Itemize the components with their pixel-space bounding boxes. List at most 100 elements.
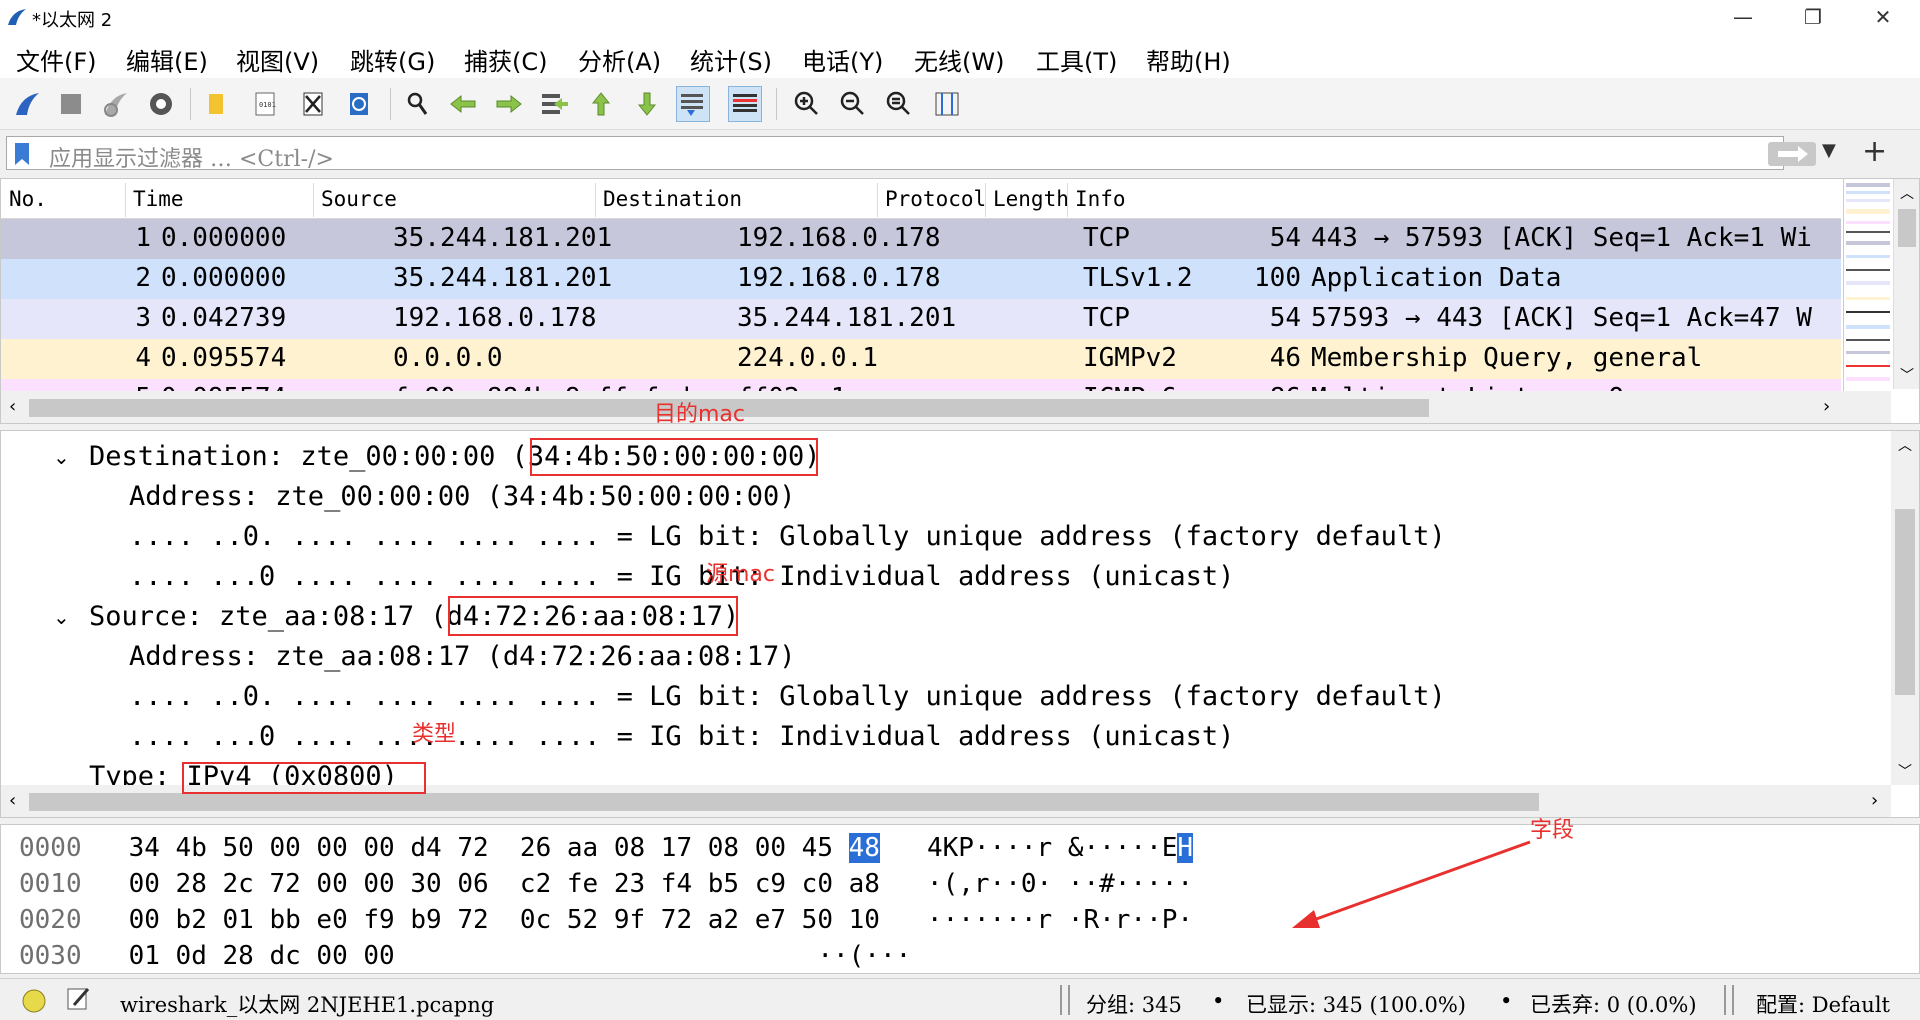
packet-row[interactable]: 1 0.000000 35.244.181.201 192.168.0.178 TCP 5…	[1, 219, 1841, 259]
menu-view[interactable]: 视图(V)	[236, 42, 319, 77]
chevron-down-icon[interactable]: ▼	[1822, 140, 1836, 161]
column-header-destination[interactable]: Destination	[603, 187, 742, 211]
add-filter-button-icon[interactable]: +	[1862, 134, 1887, 169]
packet-cell-time: 0.095574	[161, 343, 287, 373]
apply-filter-arrow-icon[interactable]	[1768, 142, 1816, 166]
column-header-info[interactable]: Info	[1075, 187, 1126, 211]
chevron-down-icon[interactable]: ⌄	[53, 445, 70, 469]
column-header-source[interactable]: Source	[321, 187, 397, 211]
packet-list-horizontal-scrollbar[interactable]: ‹ ›	[1, 391, 1891, 423]
resize-columns-icon[interactable]	[930, 86, 964, 122]
go-first-icon[interactable]	[584, 86, 618, 122]
destination-lg-bit-line[interactable]: .... ..0. .... .... .... .... = LG bit: …	[129, 521, 1446, 552]
scroll-down-icon[interactable]: ﹀	[1900, 365, 1914, 385]
packet-row[interactable]: 4 0.095574 0.0.0.0 224.0.0.1 IGMPv2 46 Members…	[1, 339, 1841, 379]
filter-placeholder: 应用显示过滤器 … <Ctrl-/>	[49, 147, 334, 172]
packet-cell-length: 46	[1269, 343, 1301, 373]
menu-help[interactable]: 帮助(H)	[1146, 42, 1231, 77]
column-header-protocol[interactable]: Protocol	[885, 187, 986, 211]
destination-ig-bit-line[interactable]: .... ...0 .... .... .... .... = IG bit: …	[129, 561, 1234, 592]
bookmark-icon[interactable]	[13, 142, 31, 166]
packet-list-vertical-scrollbar[interactable]: ︿ ﹀	[1893, 179, 1919, 389]
zoom-out-icon[interactable]	[836, 86, 870, 122]
scroll-thumb[interactable]	[1898, 209, 1916, 247]
menu-capture[interactable]: 捕获(C)	[464, 42, 547, 77]
chevron-down-icon[interactable]: ⌄	[53, 605, 70, 629]
scroll-thumb[interactable]	[1895, 509, 1915, 695]
bytes-row[interactable]: 0030 01 0d 28 dc 00 00 ··(···	[19, 941, 911, 971]
column-header-time[interactable]: Time	[133, 187, 184, 211]
bytes-row[interactable]: 0020 00 b2 01 bb e0 f9 b9 72 0c 52 9f 72…	[19, 905, 1193, 935]
scroll-up-icon[interactable]: ︿	[1900, 183, 1914, 203]
packet-details-pane: ⌄ Destination: zte_00:00:00 (34:4b:50:00…	[0, 430, 1920, 818]
find-packet-icon[interactable]	[400, 86, 434, 122]
column-header-no[interactable]: No.	[9, 187, 47, 211]
stop-capture-icon[interactable]	[54, 86, 88, 122]
dot-separator: •	[1500, 989, 1513, 1013]
auto-scroll-icon[interactable]	[676, 86, 710, 122]
source-label[interactable]: Source: zte_aa:08:17 (	[89, 601, 447, 632]
open-file-icon[interactable]	[200, 86, 234, 122]
menu-file[interactable]: 文件(F)	[16, 42, 97, 77]
scroll-left-icon[interactable]: ‹	[9, 790, 16, 811]
start-capture-icon[interactable]	[10, 86, 44, 122]
menu-tools[interactable]: 工具(T)	[1036, 42, 1117, 77]
main-toolbar: 0101	[0, 78, 1920, 130]
menu-wireless[interactable]: 无线(W)	[914, 42, 1004, 77]
menu-telephony[interactable]: 电话(Y)	[802, 42, 883, 77]
reload-file-icon[interactable]	[342, 86, 376, 122]
go-last-icon[interactable]	[630, 86, 664, 122]
go-forward-icon[interactable]	[492, 86, 526, 122]
menu-statistics[interactable]: 统计(S)	[690, 42, 772, 77]
packet-cell-no: 3	[135, 303, 151, 333]
packet-cell-length: 100	[1254, 263, 1301, 293]
display-filter-input[interactable]: 应用显示过滤器 … <Ctrl-/>	[6, 136, 1784, 172]
scroll-up-icon[interactable]: ︿	[1898, 435, 1912, 455]
source-address-line[interactable]: Address: zte_aa:08:17 (d4:72:26:aa:08:17…	[129, 641, 795, 672]
scroll-left-icon[interactable]: ‹	[9, 396, 16, 417]
packet-row[interactable]: 3 0.042739 192.168.0.178 35.244.181.201 TCP 5…	[1, 299, 1841, 339]
scroll-down-icon[interactable]: ﹀	[1898, 761, 1912, 781]
menu-go[interactable]: 跳转(G)	[350, 42, 435, 77]
packet-cell-length: 54	[1269, 303, 1301, 333]
menu-analyze[interactable]: 分析(A)	[578, 42, 661, 77]
zoom-in-icon[interactable]	[790, 86, 824, 122]
details-vertical-scrollbar[interactable]: ︿ ﹀	[1891, 431, 1919, 785]
packet-cell-info: Application Data	[1311, 263, 1562, 293]
go-to-packet-icon[interactable]	[538, 86, 572, 122]
minimize-button[interactable]: —	[1712, 0, 1774, 34]
source-ig-bit-line[interactable]: .... ...0 .... .... .... .... = IG bit: …	[129, 721, 1234, 752]
packet-cell-no: 2	[135, 263, 151, 293]
restore-button[interactable]: ❐	[1782, 0, 1844, 34]
close-file-icon[interactable]	[296, 86, 330, 122]
packet-minimap[interactable]	[1843, 179, 1893, 391]
svg-text:0101: 0101	[259, 101, 276, 109]
colorize-icon[interactable]	[728, 86, 762, 122]
packet-cell-destination: 192.168.0.178	[737, 223, 941, 253]
source-lg-bit-line[interactable]: .... ..0. .... .... .... .... = LG bit: …	[129, 681, 1446, 712]
close-button[interactable]: ✕	[1852, 0, 1914, 34]
go-back-icon[interactable]	[446, 86, 480, 122]
scroll-thumb[interactable]	[29, 793, 1539, 811]
destination-address-line[interactable]: Address: zte_00:00:00 (34:4b:50:00:00:00…	[129, 481, 795, 512]
packet-cell-no: 4	[135, 343, 151, 373]
scroll-right-icon[interactable]: ›	[1823, 396, 1830, 417]
packet-cell-protocol: IGMPv2	[1083, 343, 1177, 373]
scroll-right-icon[interactable]: ›	[1871, 790, 1878, 811]
bytes-row[interactable]: 0010 00 28 2c 72 00 00 30 06 c2 fe 23 f4…	[19, 869, 1193, 899]
packet-cell-source: 0.0.0.0	[393, 343, 503, 373]
normal-size-icon[interactable]	[882, 86, 916, 122]
expert-info-icon[interactable]	[20, 987, 48, 1015]
capture-options-icon[interactable]	[144, 86, 178, 122]
dot-separator: •	[1212, 989, 1225, 1013]
bytes-row[interactable]: 0000 34 4b 50 00 00 00 d4 72 26 aa 08 17…	[19, 833, 1194, 863]
capture-comment-icon[interactable]	[64, 985, 92, 1013]
profile-label[interactable]: 配置: Default	[1756, 989, 1890, 1019]
restart-capture-icon[interactable]	[98, 86, 132, 122]
column-header-length[interactable]: Length	[993, 187, 1069, 211]
packet-row[interactable]: 2 0.000000 35.244.181.201 192.168.0.178 TLSv…	[1, 259, 1841, 299]
menu-edit[interactable]: 编辑(E)	[126, 42, 208, 77]
save-file-icon[interactable]: 0101	[248, 86, 282, 122]
destination-label[interactable]: Destination: zte_00:00:00 (	[89, 441, 528, 472]
packet-cell-destination: 192.168.0.178	[737, 263, 941, 293]
